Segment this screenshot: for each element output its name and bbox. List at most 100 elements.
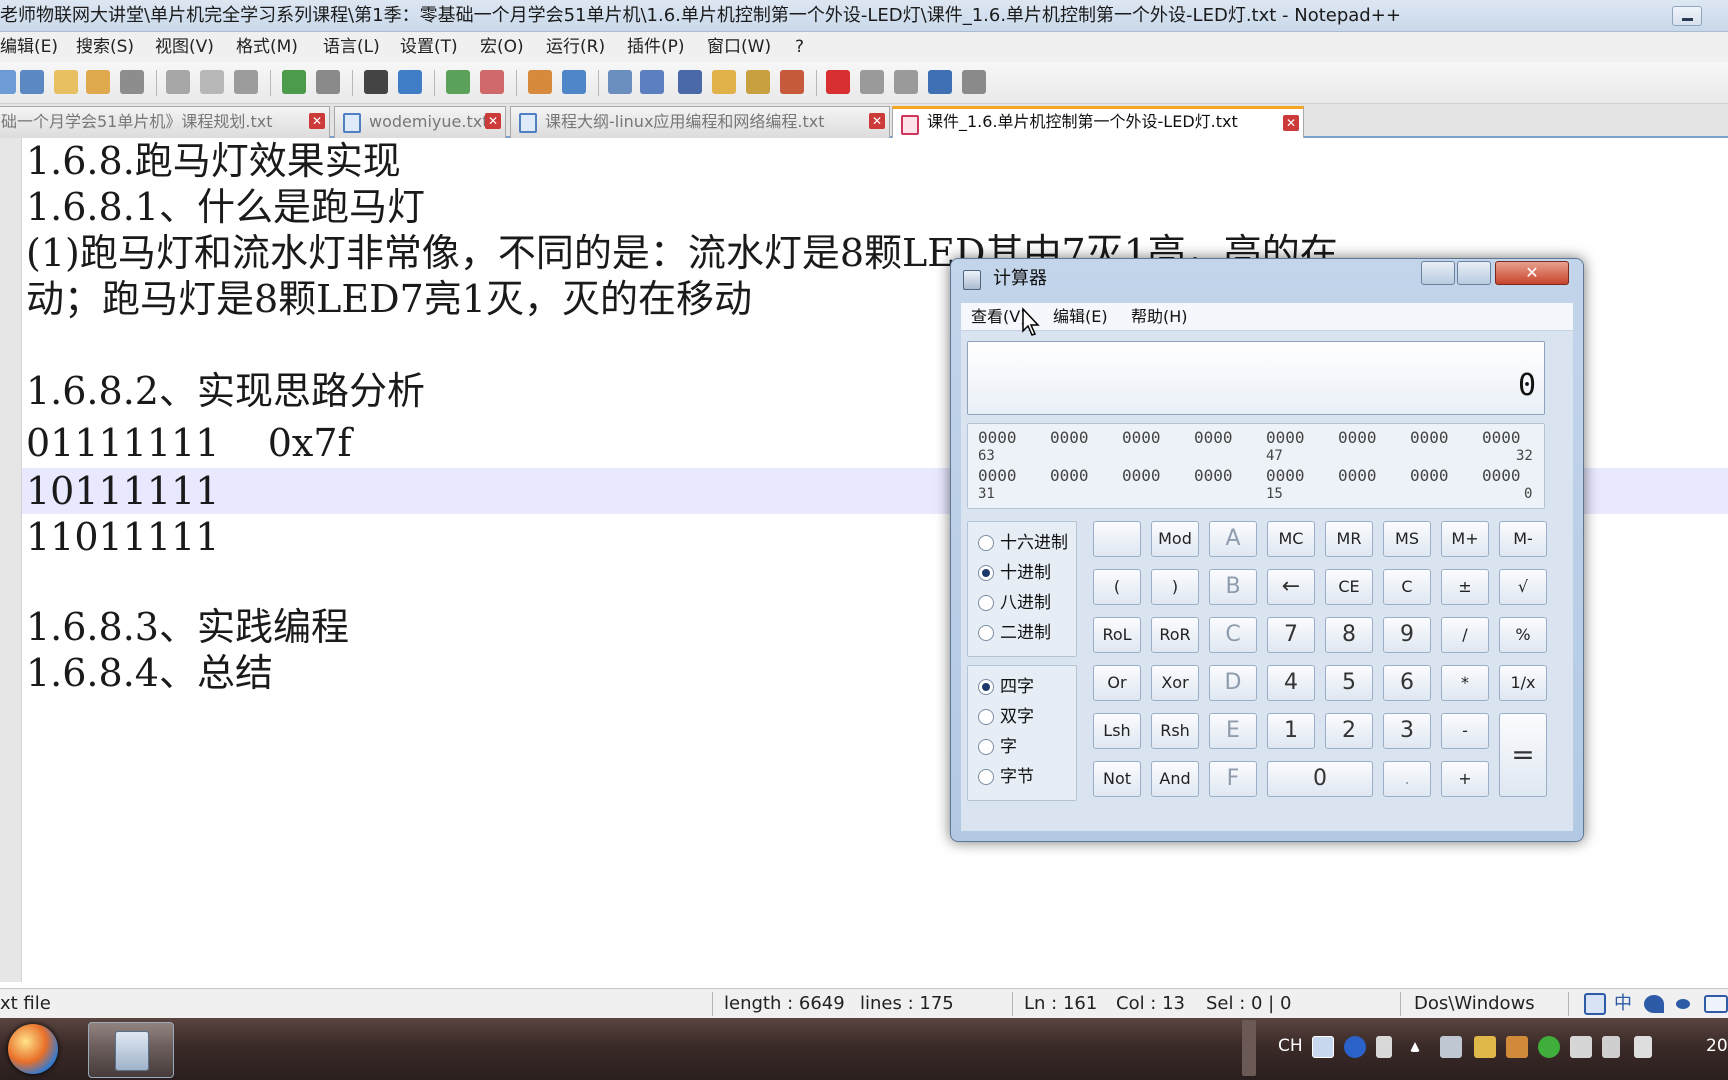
print-icon[interactable]	[120, 70, 144, 94]
key-percent[interactable]: %	[1499, 617, 1547, 653]
menu-edit[interactable]: 编辑(E)	[0, 32, 58, 62]
key-multiply[interactable]: *	[1441, 665, 1489, 701]
key-m-plus[interactable]: M+	[1441, 521, 1489, 557]
key-backspace[interactable]: ←	[1267, 569, 1315, 605]
ime-keyboard-icon[interactable]	[1704, 995, 1728, 1013]
tray-device-icon[interactable]	[1602, 1036, 1620, 1058]
menu-help[interactable]: ?	[795, 32, 804, 62]
key-d[interactable]: D	[1209, 665, 1257, 701]
key-open-paren[interactable]: (	[1093, 569, 1141, 605]
tab-wodemiyue[interactable]: wodemiyue.txt ✕	[334, 106, 506, 138]
taskbar-calculator[interactable]	[88, 1022, 174, 1078]
radio-hex[interactable]: 十六进制	[978, 532, 1068, 554]
document-map-icon[interactable]	[746, 70, 770, 94]
clock[interactable]: 20	[1706, 1036, 1728, 1056]
save-all-icon[interactable]	[86, 70, 110, 94]
menu-format[interactable]: 格式(M)	[236, 32, 298, 62]
radio-dec[interactable]: 十进制	[978, 562, 1051, 584]
key-add[interactable]: +	[1441, 761, 1489, 797]
open-file-icon[interactable]	[20, 70, 44, 94]
play-macro-icon[interactable]	[894, 70, 918, 94]
key-mr[interactable]: MR	[1325, 521, 1373, 557]
start-button[interactable]	[8, 1024, 58, 1074]
menu-plugins[interactable]: 插件(P)	[627, 32, 685, 62]
key-mod[interactable]: Mod	[1151, 521, 1199, 557]
sync-horizontal-icon[interactable]	[562, 70, 586, 94]
key-1[interactable]: 1	[1267, 713, 1315, 749]
key-rsh[interactable]: Rsh	[1151, 713, 1199, 749]
radio-bin[interactable]: 二进制	[978, 622, 1051, 644]
ime-halfwidth-icon[interactable]	[1644, 995, 1664, 1013]
save-macro-icon[interactable]	[962, 70, 986, 94]
key-6[interactable]: 6	[1383, 665, 1431, 701]
key-5[interactable]: 5	[1325, 665, 1373, 701]
close-tab-icon[interactable]: ✕	[869, 113, 885, 129]
calc-maximize-button[interactable]	[1457, 261, 1491, 285]
paste-icon[interactable]	[234, 70, 258, 94]
radio-oct[interactable]: 八进制	[978, 592, 1051, 614]
tray-app-icon[interactable]	[1538, 1036, 1560, 1058]
action-center-icon[interactable]	[1570, 1036, 1592, 1058]
function-list-icon[interactable]	[780, 70, 804, 94]
key-mc[interactable]: MC	[1267, 521, 1315, 557]
key-m-minus[interactable]: M-	[1499, 521, 1547, 557]
close-tab-icon[interactable]: ✕	[485, 113, 501, 129]
key-blank[interactable]	[1093, 521, 1141, 557]
key-decimal[interactable]: .	[1383, 761, 1431, 797]
undo-icon[interactable]	[282, 70, 306, 94]
key-equals[interactable]: =	[1499, 713, 1547, 797]
key-or[interactable]: Or	[1093, 665, 1141, 701]
find-icon[interactable]	[364, 70, 388, 94]
help-tray-icon[interactable]	[1344, 1036, 1366, 1058]
save-icon[interactable]	[54, 70, 78, 94]
key-9[interactable]: 9	[1383, 617, 1431, 653]
redo-icon[interactable]	[316, 70, 340, 94]
key-ce[interactable]: CE	[1325, 569, 1373, 605]
radio-word[interactable]: 字	[978, 736, 1017, 758]
show-hidden-icons[interactable]	[1410, 1042, 1420, 1052]
radio-qword[interactable]: 四字	[978, 676, 1034, 698]
menu-view[interactable]: 视图(V)	[155, 32, 214, 62]
key-not[interactable]: Not	[1093, 761, 1141, 797]
key-2[interactable]: 2	[1325, 713, 1373, 749]
minimize-button[interactable]	[1672, 6, 1702, 26]
key-xor[interactable]: Xor	[1151, 665, 1199, 701]
key-3[interactable]: 3	[1383, 713, 1431, 749]
tab-course-plan[interactable]: 础一个月学会51单片机》课程规划.txt ✕	[0, 106, 330, 138]
volume-icon[interactable]	[1634, 1036, 1652, 1058]
key-hex-c[interactable]: C	[1209, 617, 1257, 653]
run-macro-multiple-icon[interactable]	[928, 70, 952, 94]
menu-macro[interactable]: 宏(O)	[480, 32, 524, 62]
key-sqrt[interactable]: √	[1499, 569, 1547, 605]
radio-byte[interactable]: 字节	[978, 766, 1034, 788]
network-icon[interactable]	[1440, 1036, 1462, 1058]
key-c[interactable]: C	[1383, 569, 1431, 605]
tray-app-icon[interactable]	[1474, 1036, 1496, 1058]
folder-icon[interactable]	[712, 70, 736, 94]
key-b[interactable]: B	[1209, 569, 1257, 605]
close-tab-icon[interactable]: ✕	[1283, 115, 1299, 131]
calculator-window[interactable]: 计算器 ✕ 查看(V) 编辑(E) 帮助(H) 0 0000 0000 0000…	[950, 258, 1584, 842]
menu-language[interactable]: 语言(L)	[323, 32, 380, 62]
menu-window[interactable]: 窗口(W)	[707, 32, 771, 62]
key-subtract[interactable]: -	[1441, 713, 1489, 749]
zoom-in-icon[interactable]	[446, 70, 470, 94]
key-reciprocal[interactable]: 1/x	[1499, 665, 1547, 701]
key-8[interactable]: 8	[1325, 617, 1373, 653]
ime-options-icon[interactable]	[1376, 1036, 1392, 1058]
ime-mode-icon[interactable]	[1584, 993, 1606, 1015]
key-lsh[interactable]: Lsh	[1093, 713, 1141, 749]
key-4[interactable]: 4	[1267, 665, 1315, 701]
close-tab-icon[interactable]: ✕	[309, 113, 325, 129]
word-wrap-icon[interactable]	[608, 70, 632, 94]
key-plus-minus[interactable]: ±	[1441, 569, 1489, 605]
tray-language[interactable]: CH	[1278, 1036, 1303, 1056]
tray-scroll-handle[interactable]	[1242, 1020, 1256, 1076]
calc-close-button[interactable]: ✕	[1495, 261, 1569, 285]
key-0[interactable]: 0	[1267, 761, 1373, 797]
calc-menu-view[interactable]: 查看(V)	[971, 303, 1026, 331]
stop-macro-icon[interactable]	[860, 70, 884, 94]
key-7[interactable]: 7	[1267, 617, 1315, 653]
ime-punctuation-icon[interactable]	[1676, 999, 1690, 1009]
key-f[interactable]: F	[1209, 761, 1257, 797]
